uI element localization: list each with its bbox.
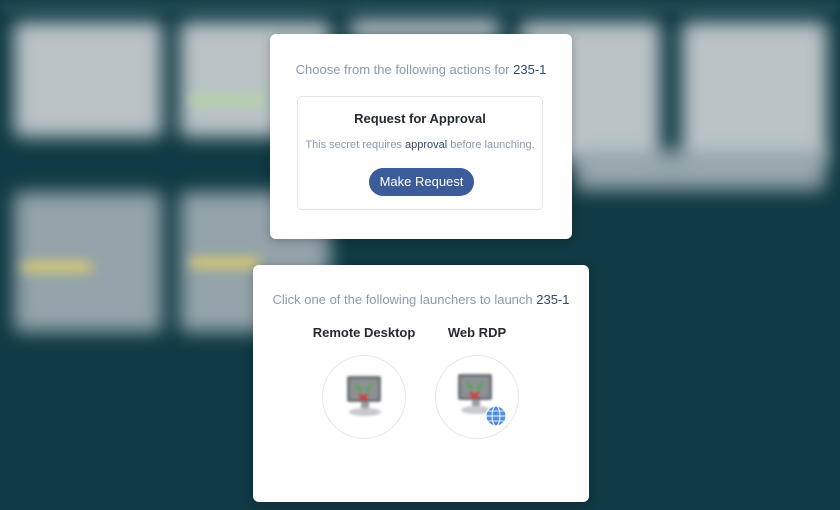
- background-stripe: [190, 95, 265, 105]
- launcher-label: Remote Desktop: [312, 325, 416, 340]
- background-tile: [575, 150, 825, 190]
- launcher-label: Web RDP: [447, 325, 507, 340]
- remote-desktop-launch-button[interactable]: [322, 355, 406, 439]
- remote-desktop-icon: [347, 376, 381, 416]
- secret-name: 235-1: [513, 62, 547, 77]
- approval-desc-suffix: before launching.: [447, 139, 535, 151]
- globe-icon: [485, 405, 507, 427]
- web-rdp-launch-button[interactable]: [435, 355, 519, 439]
- launchers-intro: Click one of the following launchers to …: [253, 292, 589, 307]
- background-stripe: [190, 258, 260, 268]
- background-tile: [682, 22, 827, 162]
- make-request-button[interactable]: Make Request: [369, 168, 474, 196]
- approval-panel: Request for Approval This secret require…: [297, 96, 543, 210]
- background-topbar: [0, 0, 840, 14]
- background-stripe: [22, 262, 92, 272]
- approval-description: This secret requires approval before lau…: [298, 139, 542, 151]
- web-rdp-icon: [458, 374, 507, 427]
- approval-desc-emphasis: approval: [405, 139, 448, 151]
- actions-card: Choose from the following actions for 23…: [270, 34, 572, 239]
- launchers-card: Click one of the following launchers to …: [253, 265, 589, 502]
- secret-name: 235-1: [536, 292, 570, 307]
- actions-intro: Choose from the following actions for 23…: [270, 62, 572, 77]
- launcher-web-rdp: Web RDP: [422, 325, 532, 439]
- background-tile: [14, 22, 162, 137]
- approval-title: Request for Approval: [354, 111, 486, 126]
- launcher-remote-desktop: Remote Desktop: [309, 325, 419, 439]
- approval-desc-prefix: This secret requires: [305, 139, 405, 151]
- actions-intro-text: Choose from the following actions for: [295, 62, 514, 77]
- launchers-intro-text: Click one of the following launchers to …: [272, 292, 537, 307]
